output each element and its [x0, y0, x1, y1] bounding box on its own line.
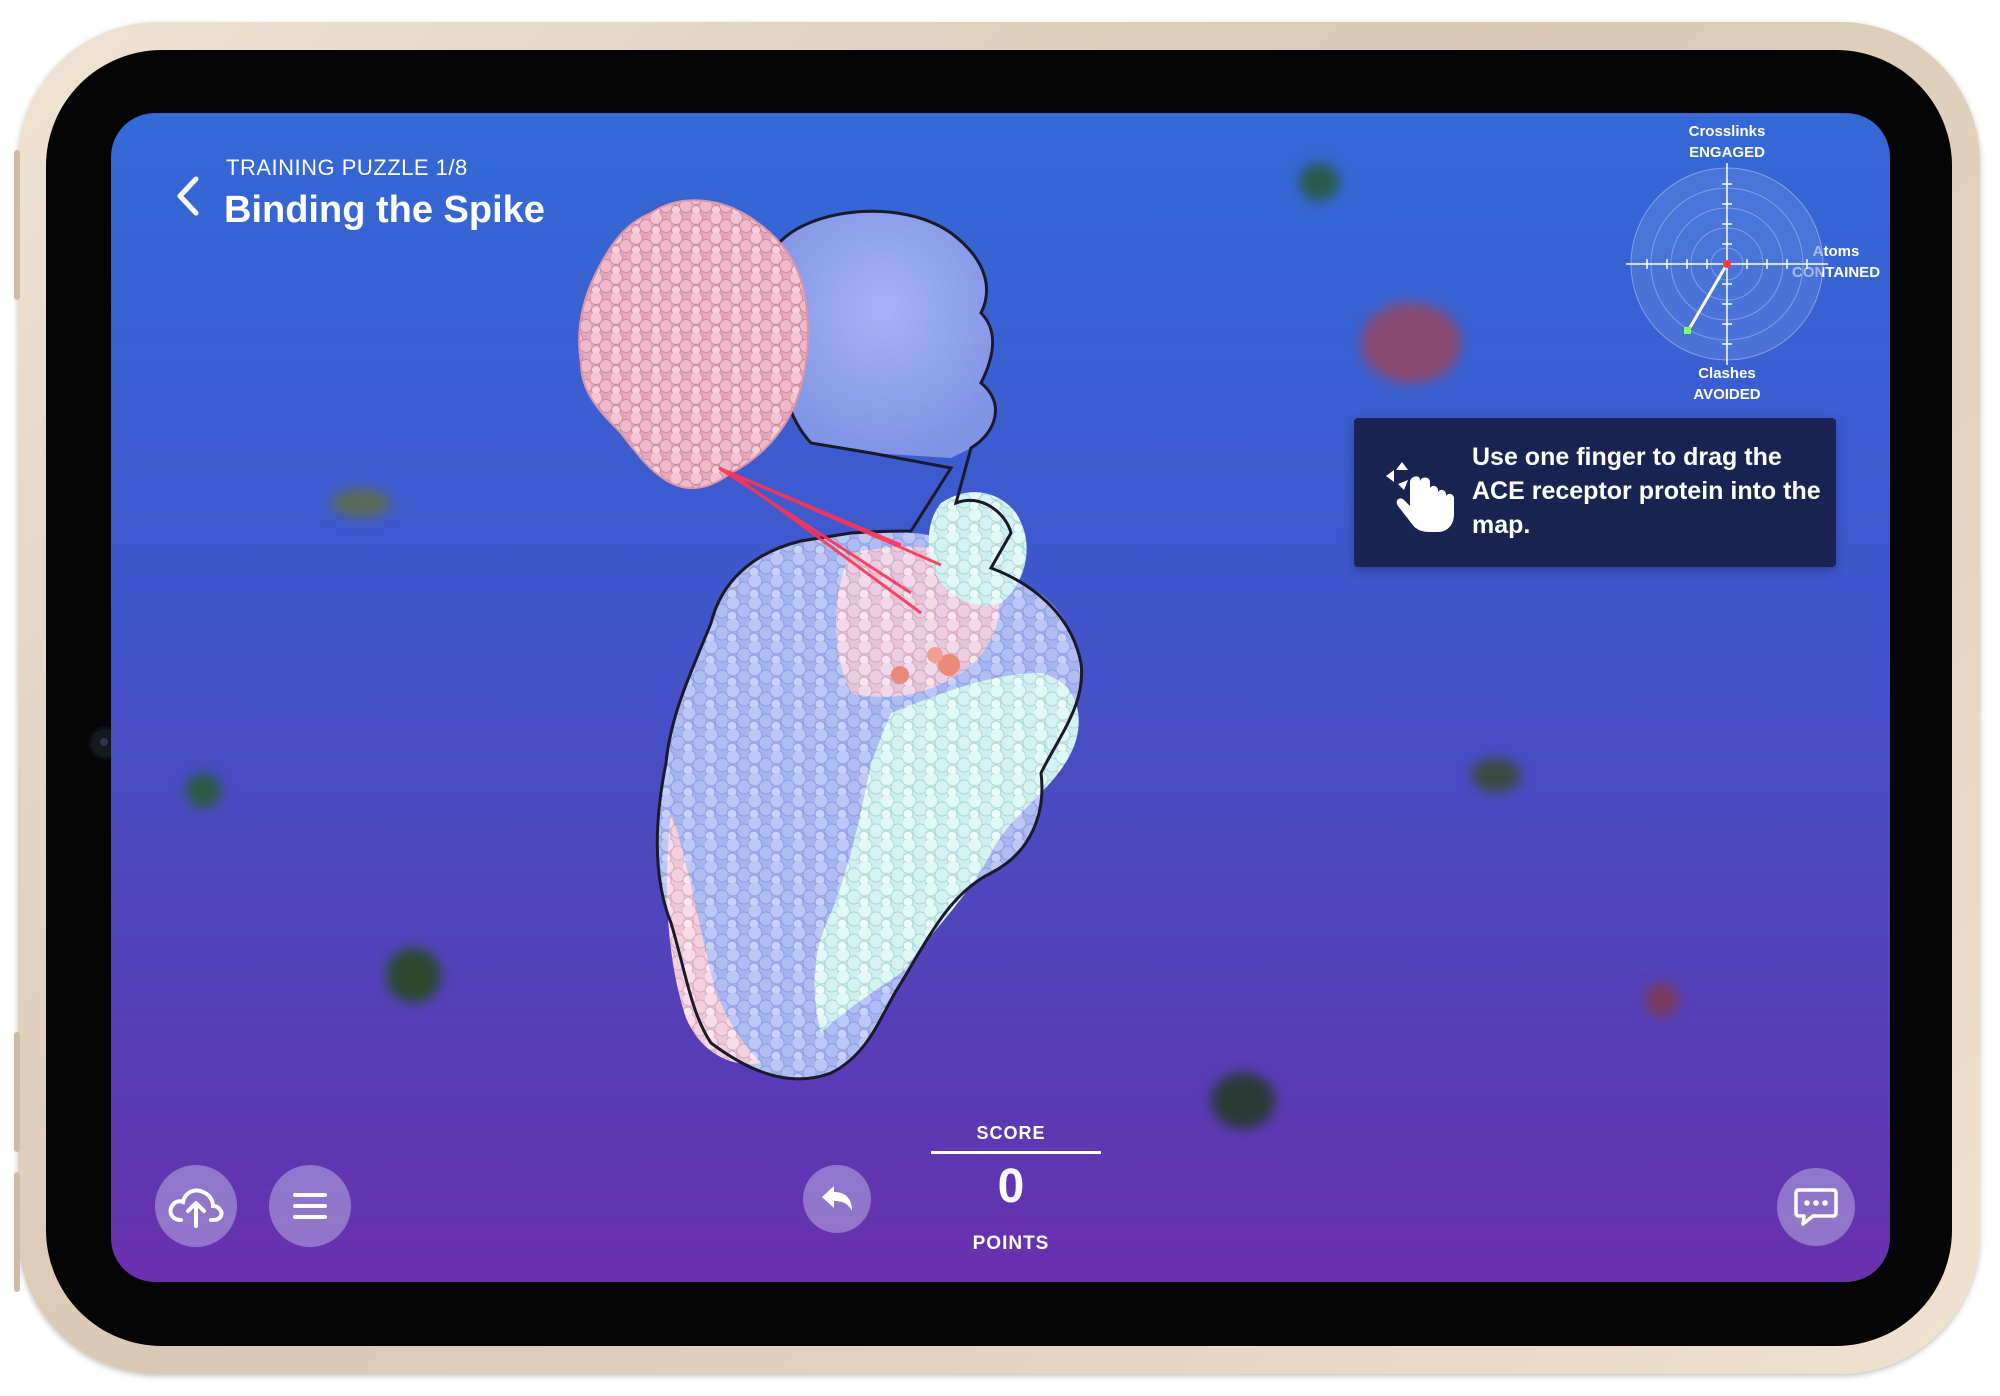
top-button: [14, 150, 20, 300]
radar-chart: [1626, 163, 1828, 365]
chat-icon: [1794, 1188, 1838, 1226]
menu-icon: [293, 1193, 327, 1219]
puzzle-progress-label: TRAINING PUZZLE 1/8: [226, 155, 468, 180]
clash-atom: [891, 666, 909, 684]
back-button[interactable]: [163, 171, 213, 221]
chat-button[interactable]: [1777, 1168, 1855, 1246]
upload-button[interactable]: [155, 1165, 237, 1247]
score-divider: [931, 1151, 1101, 1154]
volume-down-button: [14, 1172, 20, 1292]
drag-gesture-icon: [1386, 462, 1454, 532]
score-radar: Crosslinks ENGAGED Atoms CONTAINED Clashes…: [1551, 113, 1890, 413]
undo-button[interactable]: [803, 1165, 871, 1233]
puzzle-title: Binding the Spike: [224, 189, 545, 231]
score-label: SCORE: [976, 1123, 1046, 1143]
hint-text: Use one finger to drag the ACE receptor …: [1472, 443, 1821, 539]
score-display: SCORE 0 POINTS: [901, 1123, 1121, 1273]
ace-receptor-protein[interactable]: [578, 199, 809, 490]
undo-icon: [822, 1186, 852, 1211]
game-screen[interactable]: TRAINING PUZZLE 1/8 Binding the Spike Cr…: [111, 113, 1890, 1282]
menu-button[interactable]: [269, 1165, 351, 1247]
cloud-upload-icon: [168, 1188, 224, 1228]
score-unit: POINTS: [972, 1233, 1050, 1254]
hint-tooltip: Use one finger to drag the ACE receptor …: [1354, 418, 1836, 567]
score-value: 0: [997, 1160, 1025, 1213]
chevron-left-icon: [177, 176, 199, 216]
volume-up-button: [14, 1032, 20, 1152]
clash-atom: [927, 647, 943, 663]
